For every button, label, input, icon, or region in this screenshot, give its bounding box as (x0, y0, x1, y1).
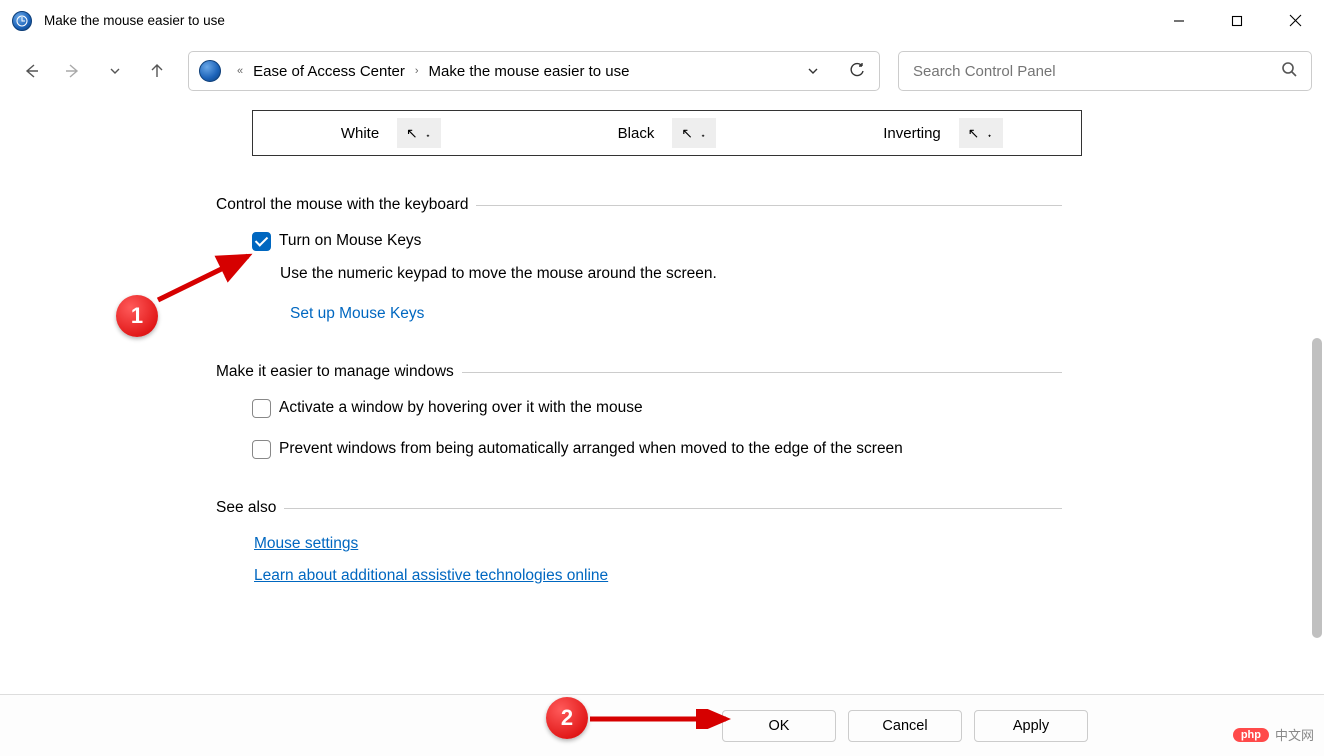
ok-button[interactable]: OK (722, 710, 836, 742)
annotation-arrow-1 (150, 248, 260, 308)
maximize-icon (1231, 15, 1243, 27)
address-bar[interactable]: « Ease of Access Center › Make the mouse… (188, 51, 880, 91)
app-icon (12, 11, 32, 31)
prevent-snap-label: Prevent windows from being automatically… (279, 440, 903, 458)
pointer-inverting-label: Inverting (883, 125, 941, 142)
chevron-down-icon (108, 64, 122, 78)
close-button[interactable] (1266, 0, 1324, 42)
back-button[interactable] (12, 52, 50, 90)
scrollbar[interactable] (1308, 100, 1322, 692)
divider (462, 372, 1062, 373)
pointer-black-preview[interactable]: ↖ ˖ (672, 118, 716, 148)
close-icon (1289, 14, 1302, 27)
back-arrow-icon (22, 62, 40, 80)
maximize-button[interactable] (1208, 0, 1266, 42)
up-button[interactable] (138, 52, 176, 90)
mouse-keys-label: Turn on Mouse Keys (279, 232, 421, 250)
up-arrow-icon (148, 62, 166, 80)
breadcrumb-overflow-icon[interactable]: « (237, 65, 243, 77)
pointer-white-label: White (341, 125, 379, 142)
search-box[interactable] (898, 51, 1312, 91)
minimize-icon (1173, 15, 1185, 27)
recent-dropdown[interactable] (96, 52, 134, 90)
watermark-text: 中文网 (1275, 725, 1314, 744)
address-dropdown[interactable] (791, 52, 835, 90)
breadcrumb-seg-1[interactable]: Ease of Access Center (249, 63, 409, 80)
refresh-button[interactable] (835, 52, 879, 90)
section-heading-keyboard: Control the mouse with the keyboard (216, 196, 468, 214)
main-content: White ↖ ˖ Black ↖ ˖ Inverting ↖ ˖ Contro… (0, 100, 1090, 585)
watermark: php 中文网 (1233, 725, 1314, 744)
annotation-badge-1: 1 (116, 295, 158, 337)
section-heading-windows: Make it easier to manage windows (216, 363, 454, 381)
divider (476, 205, 1062, 206)
apply-button[interactable]: Apply (974, 710, 1088, 742)
pointer-white-preview[interactable]: ↖ ˖ (397, 118, 441, 148)
refresh-icon (848, 62, 866, 80)
hover-activate-label: Activate a window by hovering over it wi… (279, 399, 643, 417)
hover-activate-checkbox[interactable] (252, 399, 271, 418)
section-heading-see-also: See also (216, 499, 276, 517)
toolbar: « Ease of Access Center › Make the mouse… (0, 42, 1324, 100)
chevron-down-icon (805, 63, 821, 79)
divider (284, 508, 1062, 509)
mouse-keys-description: Use the numeric keypad to move the mouse… (280, 265, 1090, 283)
pointer-black-label: Black (618, 125, 655, 142)
chevron-right-icon: › (415, 65, 419, 77)
forward-arrow-icon (64, 62, 82, 80)
window-title: Make the mouse easier to use (44, 13, 225, 28)
prevent-snap-checkbox[interactable] (252, 440, 271, 459)
annotation-badge-2: 2 (546, 697, 588, 739)
annotation-arrow-2 (586, 709, 736, 729)
setup-mouse-keys-link[interactable]: Set up Mouse Keys (290, 305, 424, 322)
pointer-inverting-preview[interactable]: ↖ ˖ (959, 118, 1003, 148)
minimize-button[interactable] (1150, 0, 1208, 42)
watermark-badge: php (1233, 728, 1269, 742)
scrollbar-thumb[interactable] (1312, 338, 1322, 638)
cancel-button[interactable]: Cancel (848, 710, 962, 742)
pointer-scheme-row: White ↖ ˖ Black ↖ ˖ Inverting ↖ ˖ (252, 110, 1082, 156)
control-panel-icon (199, 60, 221, 82)
search-input[interactable] (913, 63, 1281, 80)
search-icon (1281, 61, 1297, 82)
forward-button[interactable] (54, 52, 92, 90)
assistive-tech-link[interactable]: Learn about additional assistive technol… (254, 567, 608, 584)
mouse-settings-link[interactable]: Mouse settings (254, 535, 358, 552)
breadcrumb-seg-2[interactable]: Make the mouse easier to use (425, 63, 634, 80)
title-bar: Make the mouse easier to use (0, 0, 1324, 42)
